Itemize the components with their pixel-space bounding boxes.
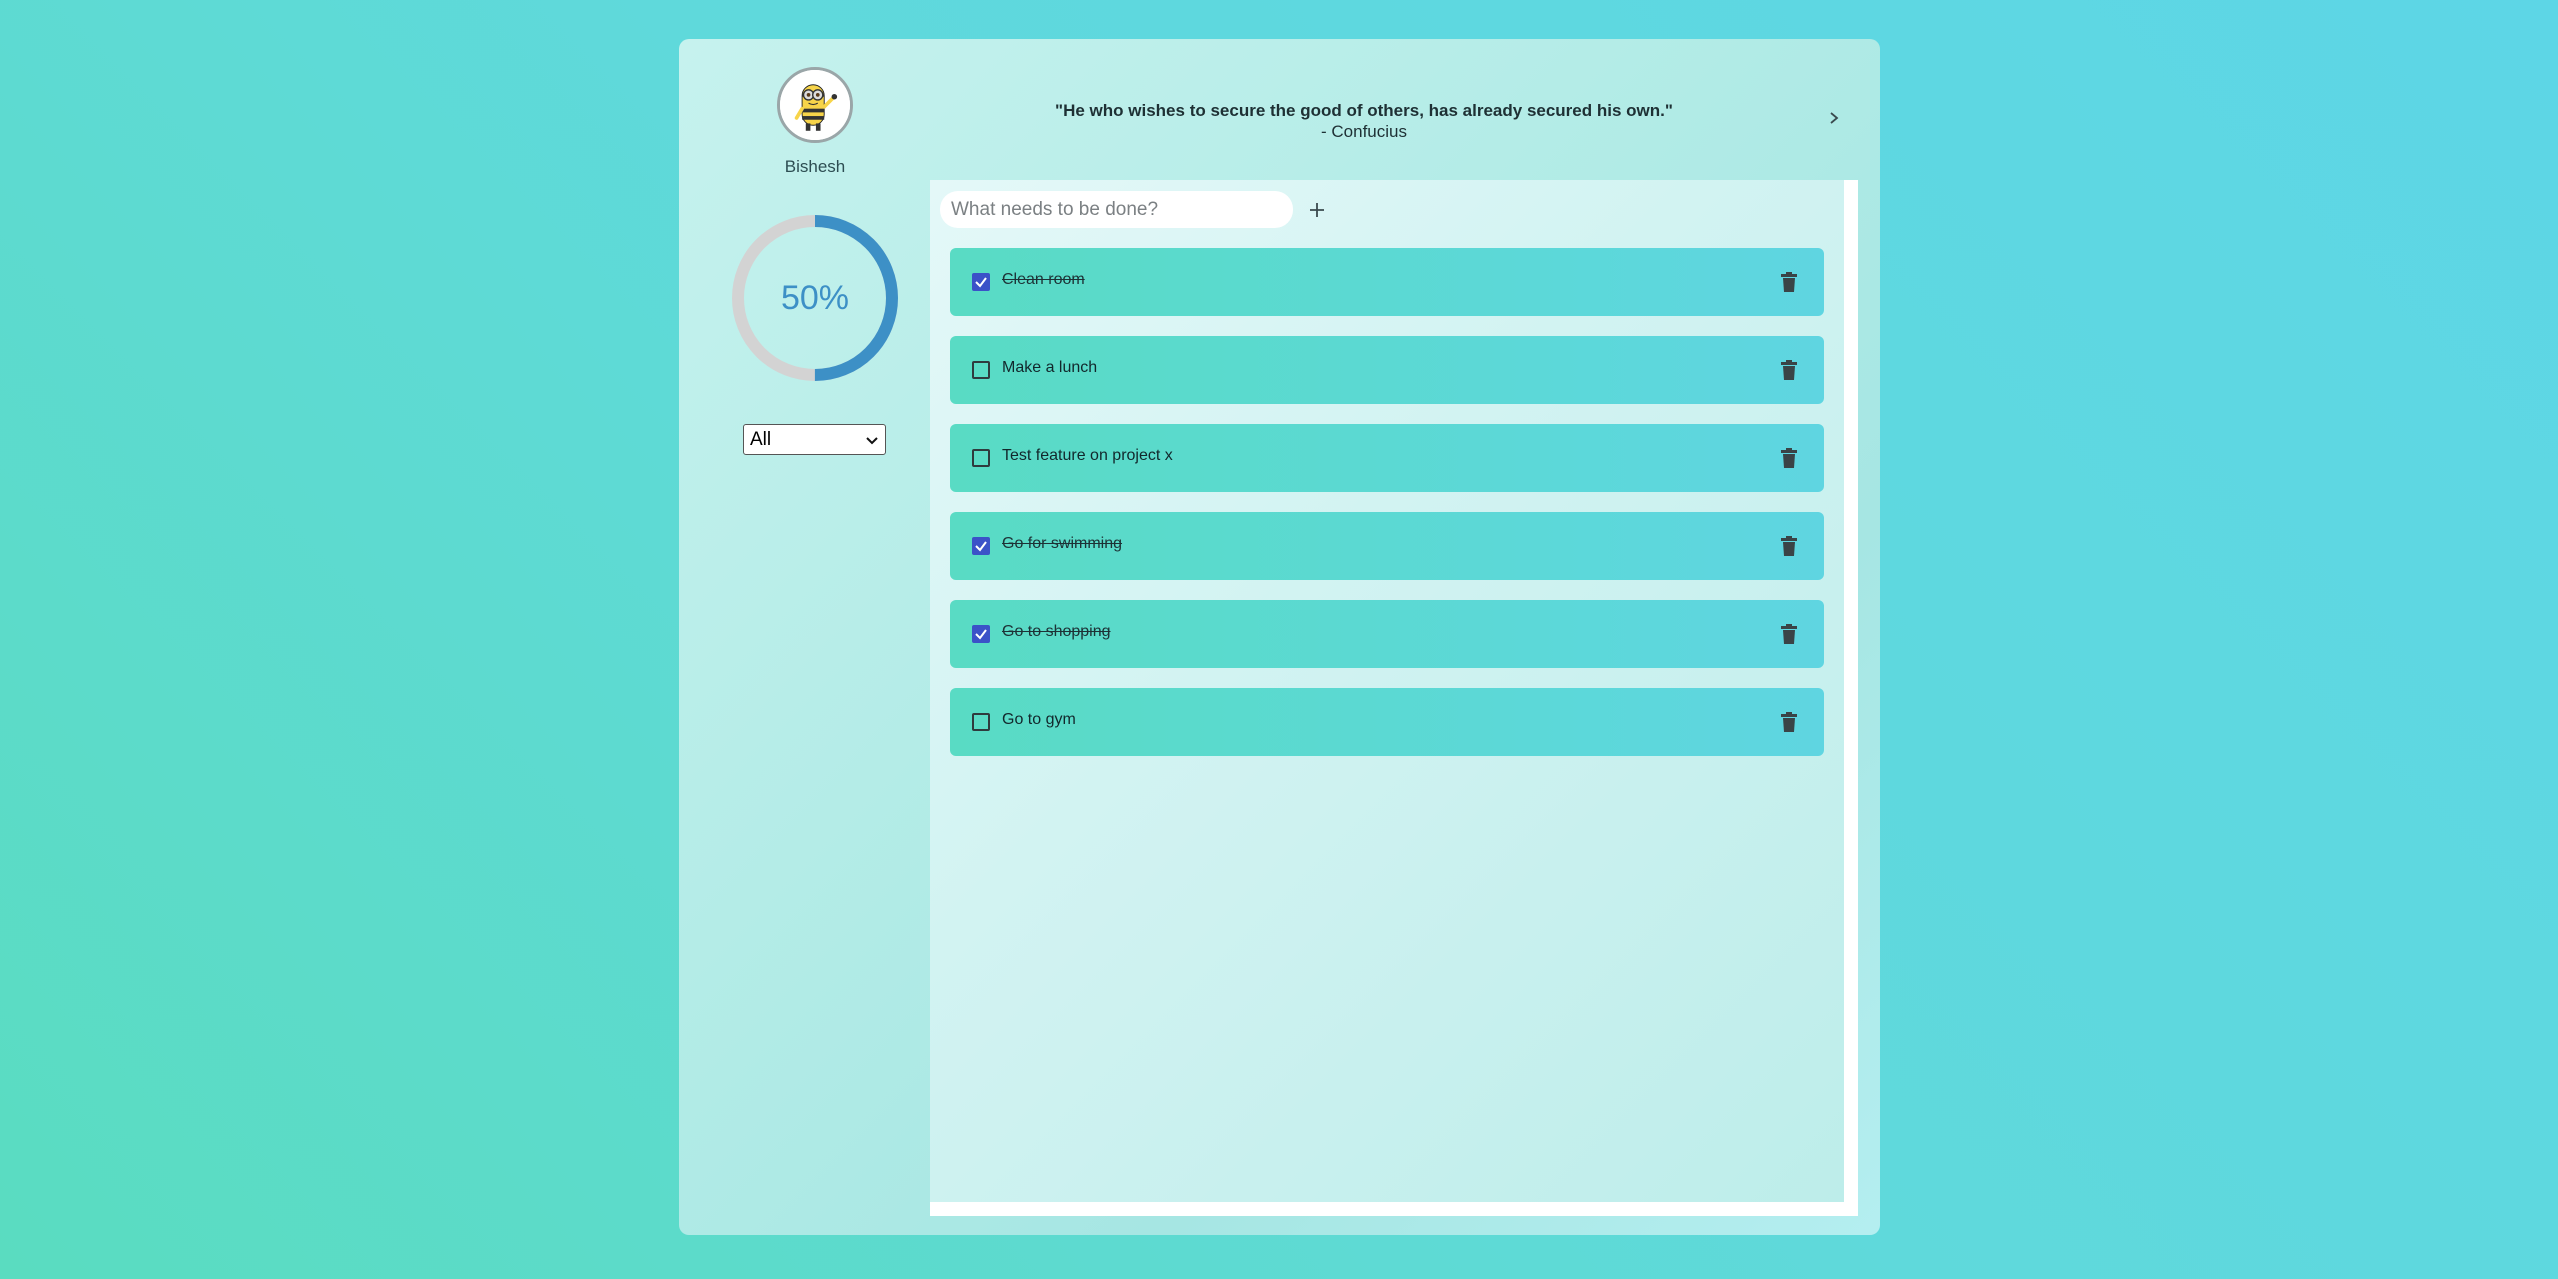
- trash-icon: [1781, 712, 1797, 732]
- todo-label: Go to gym: [1002, 711, 1076, 728]
- todo-item[interactable]: Go for swimming: [950, 512, 1824, 580]
- delete-button[interactable]: [1780, 447, 1798, 469]
- chevron-down-icon: [866, 436, 878, 444]
- checkmark-icon: [975, 629, 987, 640]
- filter-selected-value: All: [750, 428, 772, 450]
- trash-icon: [1781, 536, 1797, 556]
- todo-label: Go for swimming: [1002, 535, 1123, 552]
- todo-item[interactable]: Go to shopping: [950, 600, 1824, 668]
- quote: "He who wishes to secure the good of oth…: [979, 101, 1749, 142]
- add-task-button[interactable]: [1305, 198, 1329, 222]
- todo-label: Make a lunch: [1002, 359, 1098, 376]
- todo-panel-body: Clean room Make a lunch Test feature on pr…: [930, 180, 1844, 1202]
- app-card: Bishesh 50% All "He who wishes to secure…: [679, 39, 1880, 1235]
- todo-label: Go to shopping: [1002, 623, 1111, 640]
- todo-item[interactable]: Clean room: [950, 248, 1824, 316]
- todo-item[interactable]: Go to gym: [950, 688, 1824, 756]
- todo-checkbox[interactable]: [972, 449, 990, 467]
- delete-button[interactable]: [1780, 359, 1798, 381]
- quote-text: "He who wishes to secure the good of oth…: [1055, 101, 1673, 120]
- filter-select[interactable]: All: [743, 424, 886, 455]
- username: Bishesh: [784, 157, 846, 176]
- todo-label: Test feature on project x: [1002, 447, 1173, 464]
- trash-icon: [1781, 624, 1797, 644]
- todo-label: Clean room: [1002, 271, 1085, 288]
- trash-icon: [1781, 448, 1797, 468]
- todo-item[interactable]: Test feature on project x: [950, 424, 1824, 492]
- delete-button[interactable]: [1780, 535, 1798, 557]
- delete-button[interactable]: [1780, 711, 1798, 733]
- trash-icon: [1781, 360, 1797, 380]
- quote-author: - Confucius: [1321, 122, 1407, 141]
- delete-button[interactable]: [1780, 623, 1798, 645]
- checkmark-icon: [975, 541, 987, 552]
- new-task-input[interactable]: [940, 191, 1293, 228]
- todo-item[interactable]: Make a lunch: [950, 336, 1824, 404]
- next-quote-button[interactable]: [1821, 105, 1847, 131]
- trash-icon: [1781, 272, 1797, 292]
- todo-checkbox[interactable]: [972, 361, 990, 379]
- todo-checkbox[interactable]: [972, 537, 990, 555]
- plus-icon: [1310, 203, 1324, 217]
- chevron-right-icon: [1830, 112, 1839, 124]
- todo-checkbox[interactable]: [972, 273, 990, 291]
- delete-button[interactable]: [1780, 271, 1798, 293]
- todo-checkbox[interactable]: [972, 625, 990, 643]
- avatar[interactable]: [777, 67, 853, 143]
- checkmark-icon: [975, 277, 987, 288]
- minion-avatar-icon: [780, 70, 850, 140]
- todo-checkbox[interactable]: [972, 713, 990, 731]
- progress-percent: 50%: [780, 278, 850, 317]
- progress-ring: 50%: [730, 213, 900, 383]
- todo-panel: Clean room Make a lunch Test feature on pr…: [930, 180, 1858, 1216]
